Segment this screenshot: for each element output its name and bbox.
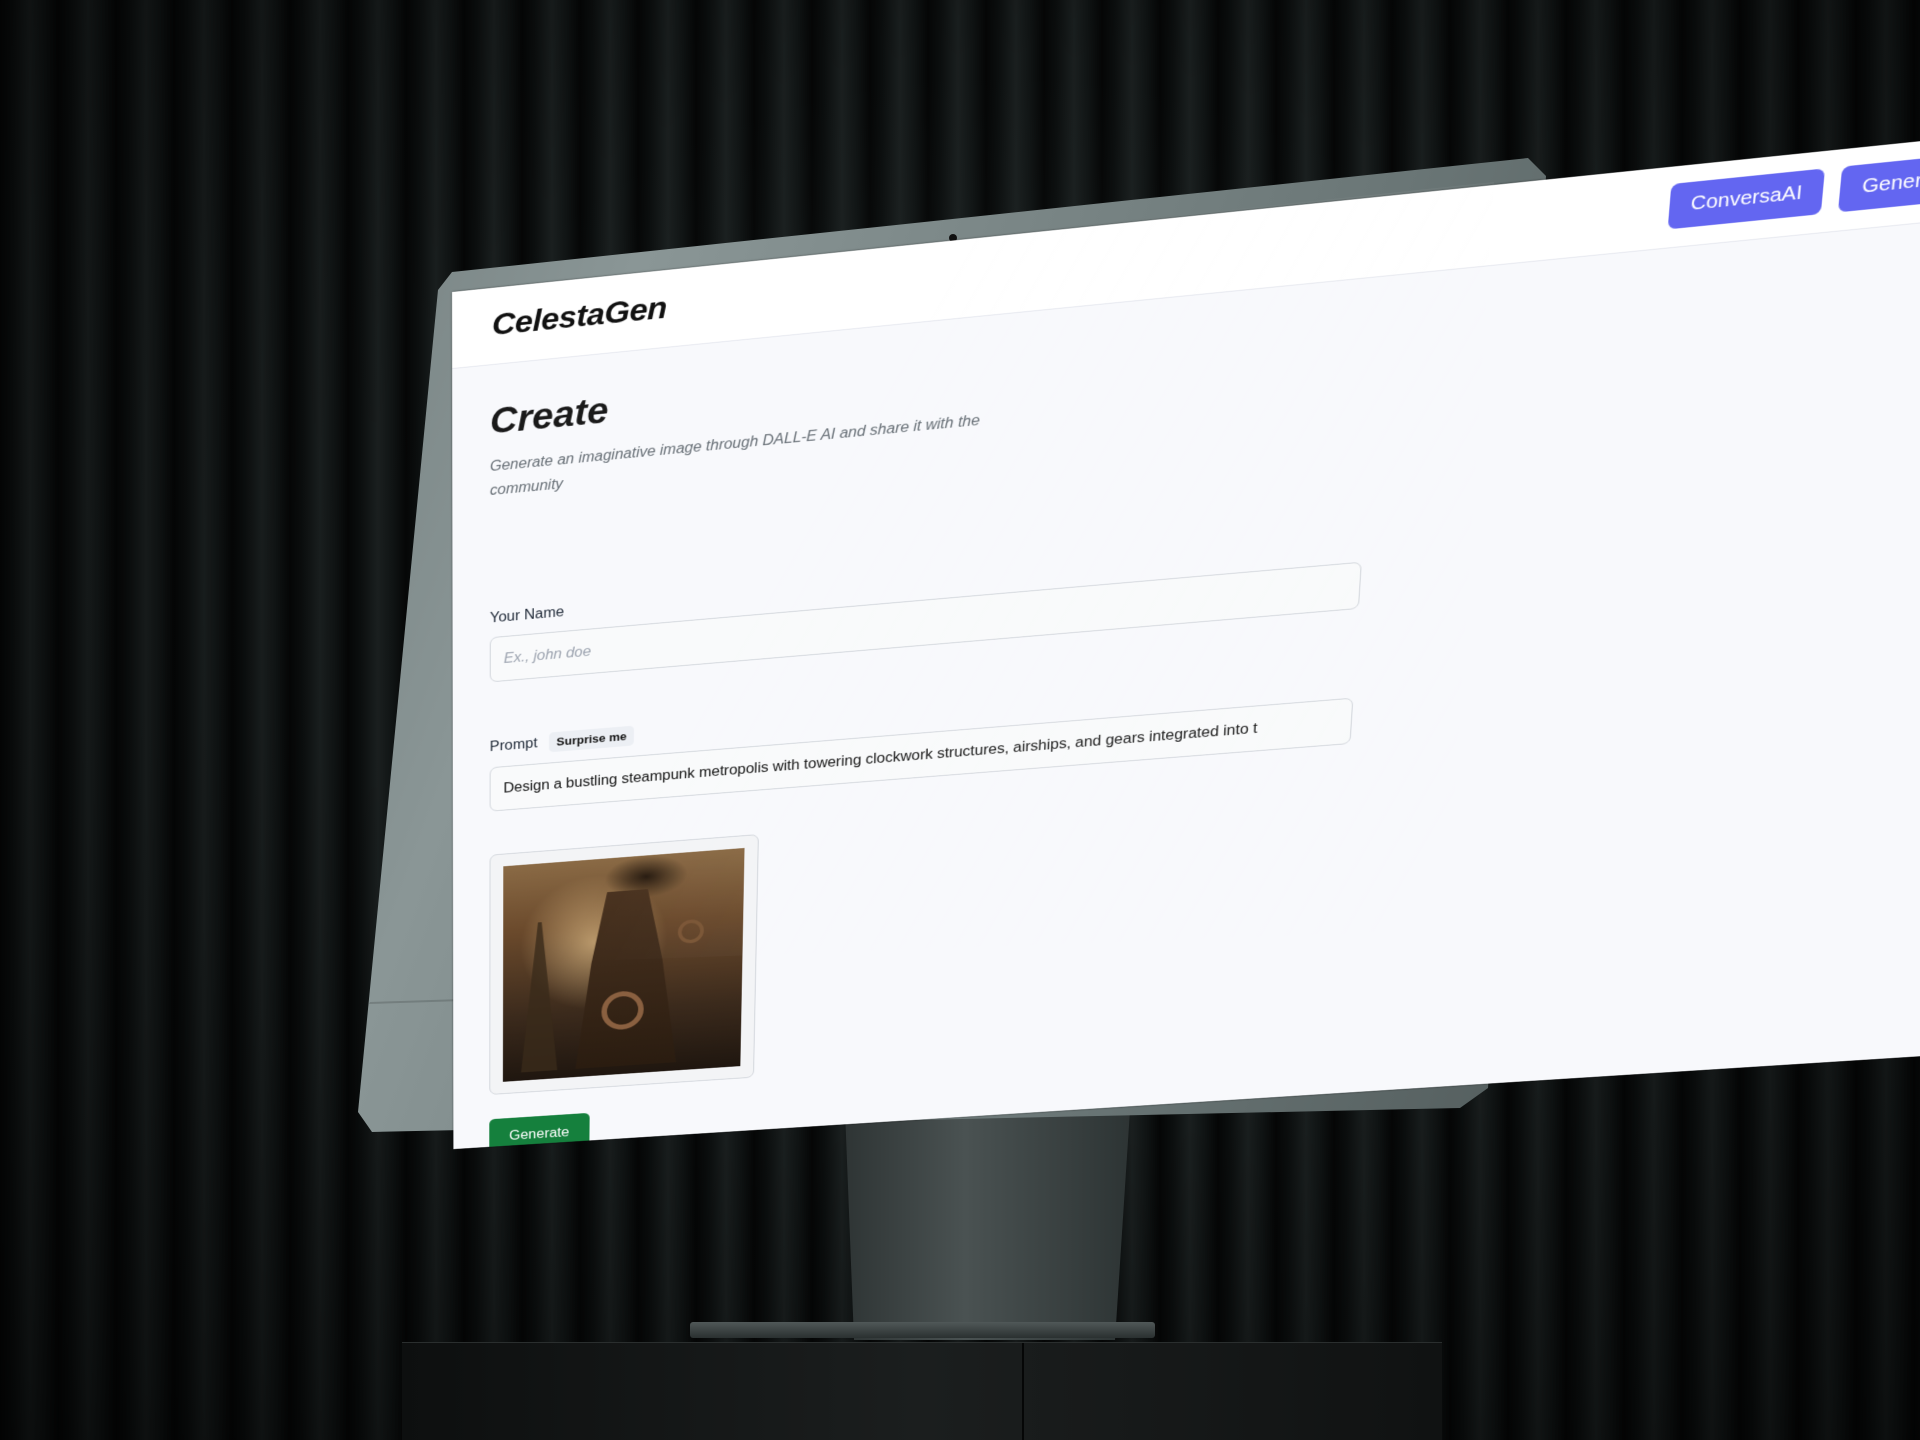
name-input-placeholder: Ex., john doe: [503, 644, 592, 667]
name-field-group: Your Name Ex., john doe: [489, 533, 1384, 683]
generate-button[interactable]: Generate: [489, 1112, 590, 1150]
image-preview: [489, 834, 759, 1095]
name-input[interactable]: Ex., john doe: [489, 561, 1362, 683]
nav-conversaai-button[interactable]: ConversaAI: [1667, 168, 1826, 230]
scene-background: CelestaGen ConversaAI Generate Images Cr…: [0, 0, 1920, 1440]
name-label: Your Name: [489, 604, 565, 627]
art-tower: [575, 887, 678, 1069]
prompt-field-group: Prompt Surprise me Design a bustling ste…: [489, 665, 1376, 812]
art-gear-small: [677, 918, 705, 945]
generated-image: [502, 847, 745, 1082]
app-screen: CelestaGen ConversaAI Generate Images Cr…: [452, 123, 1920, 1150]
prompt-input[interactable]: Design a bustling steampunk metropolis w…: [489, 697, 1354, 812]
app-logo[interactable]: CelestaGen: [492, 290, 667, 343]
monitor: CelestaGen ConversaAI Generate Images Cr…: [0, 0, 1920, 1440]
top-navbar: CelestaGen ConversaAI Generate Images: [452, 123, 1920, 370]
surprise-me-button[interactable]: Surprise me: [548, 725, 635, 753]
prompt-label: Prompt: [489, 736, 538, 755]
nav-links: ConversaAI Generate Images: [1667, 145, 1920, 230]
art-spire: [521, 921, 558, 1072]
nav-generate-images-button[interactable]: Generate Images: [1838, 145, 1920, 213]
